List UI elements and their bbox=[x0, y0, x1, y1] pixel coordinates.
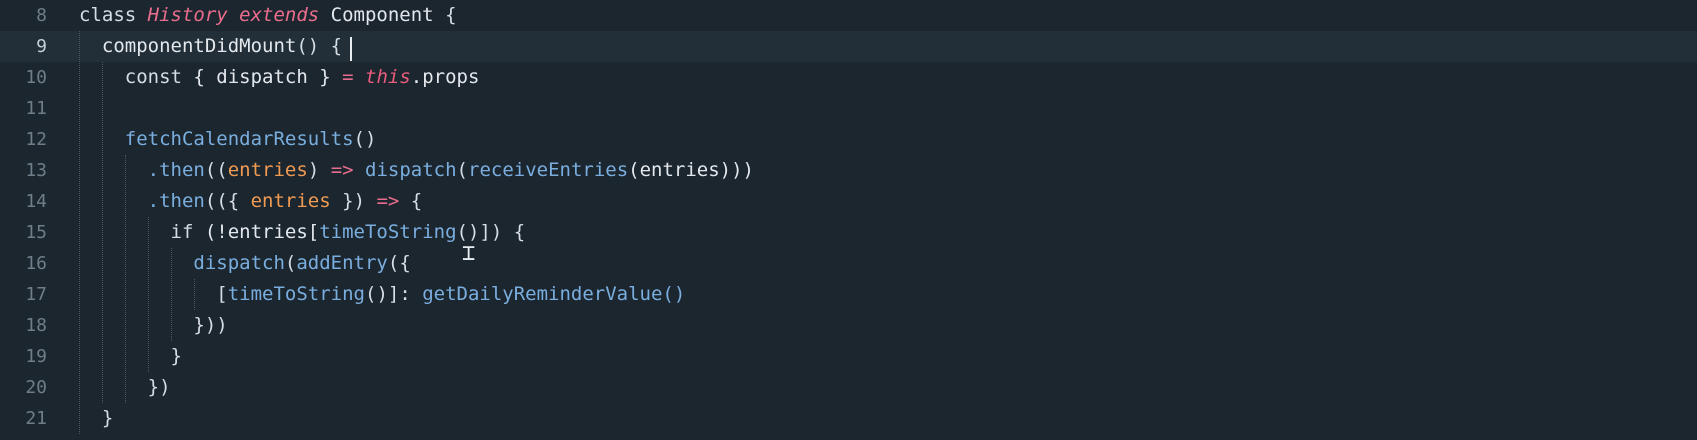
line-code[interactable]: } bbox=[79, 341, 182, 372]
line-number: 16 bbox=[25, 253, 47, 274]
line-code[interactable]: dispatch(addEntry({ bbox=[79, 248, 411, 279]
code-token: { bbox=[433, 4, 457, 26]
line-number: 17 bbox=[25, 284, 47, 305]
line-code[interactable]: fetchCalendarResults() bbox=[79, 124, 377, 155]
code-line[interactable]: 16 dispatch(addEntry({ bbox=[0, 248, 1697, 279]
code-line[interactable]: 20 }) bbox=[0, 372, 1697, 403]
indent-guide bbox=[147, 217, 149, 372]
code-token: .props bbox=[410, 66, 480, 88]
code-token: extends bbox=[227, 4, 331, 26]
code-token: receiveEntries bbox=[468, 159, 629, 181]
line-number: 9 bbox=[36, 36, 47, 57]
code-token: .then bbox=[79, 190, 205, 212]
code-token: componentDidMount bbox=[79, 35, 297, 57]
code-line[interactable]: 17 [timeToString()]: getDailyReminderVal… bbox=[0, 279, 1697, 310]
code-token: ({ bbox=[387, 252, 411, 274]
text-cursor-icon: ⌶ bbox=[462, 241, 476, 266]
code-token: (( bbox=[204, 159, 228, 181]
line-number: 20 bbox=[25, 377, 47, 398]
line-number: 19 bbox=[25, 346, 47, 367]
line-number: 12 bbox=[25, 129, 47, 150]
line-code[interactable]: class History extends Component { bbox=[79, 0, 457, 31]
code-token: const bbox=[79, 66, 194, 88]
line-code[interactable]: if (!entries[timeToString()]) { bbox=[79, 217, 526, 248]
code-token: this bbox=[365, 66, 411, 88]
line-number: 13 bbox=[25, 160, 47, 181]
line-number: 8 bbox=[36, 5, 47, 26]
code-token: (({ bbox=[204, 190, 251, 212]
code-token: ()]: bbox=[365, 283, 423, 305]
code-token: = bbox=[342, 66, 365, 88]
code-token: dispatch bbox=[365, 159, 457, 181]
indent-guide bbox=[170, 248, 172, 341]
code-token: addEntry bbox=[296, 252, 388, 274]
code-token: .then bbox=[79, 159, 205, 181]
code-line[interactable]: 10 const { dispatch } = this.props bbox=[0, 62, 1697, 93]
code-line[interactable]: 18 })) bbox=[0, 310, 1697, 341]
code-token: (entries))) bbox=[628, 159, 754, 181]
code-line[interactable]: 15 if (!entries[timeToString()]) { bbox=[0, 217, 1697, 248]
code-line[interactable]: 8 class History extends Component { bbox=[0, 0, 1697, 31]
code-token: } bbox=[79, 407, 114, 429]
code-token: timeToString bbox=[227, 283, 365, 305]
code-token: => bbox=[376, 190, 411, 212]
code-editor[interactable]: 8 class History extends Component {9 comp… bbox=[0, 0, 1697, 440]
line-number: 21 bbox=[25, 408, 47, 429]
code-token: entries bbox=[250, 190, 331, 212]
code-token: { bbox=[410, 190, 423, 212]
code-token: () bbox=[662, 283, 686, 305]
code-line[interactable]: 11 bbox=[0, 93, 1697, 124]
line-number: 11 bbox=[25, 98, 47, 119]
code-line[interactable]: 13 .then((entries) => dispatch(receiveEn… bbox=[0, 155, 1697, 186]
line-number: 18 bbox=[25, 315, 47, 336]
code-token: getDailyReminderValue bbox=[422, 283, 663, 305]
line-number: 14 bbox=[25, 191, 47, 212]
text-caret bbox=[350, 37, 352, 61]
code-token: (!entries[ bbox=[204, 221, 320, 243]
code-token: if bbox=[79, 221, 205, 243]
code-token: entries bbox=[227, 159, 308, 181]
indent-guide bbox=[193, 279, 195, 310]
code-token: () bbox=[353, 128, 377, 150]
code-token: class bbox=[79, 4, 148, 26]
line-code[interactable]: } bbox=[79, 403, 113, 434]
line-code[interactable]: const { dispatch } = this.props bbox=[79, 62, 480, 93]
code-line[interactable]: 14 .then(({ entries }) => { bbox=[0, 186, 1697, 217]
code-line[interactable]: 21 } bbox=[0, 403, 1697, 434]
line-number: 10 bbox=[25, 67, 47, 88]
code-token: dispatch bbox=[79, 252, 285, 274]
code-token: }) bbox=[330, 190, 377, 212]
code-token: ( bbox=[456, 159, 468, 181]
indent-guide bbox=[79, 31, 80, 434]
indent-guide bbox=[124, 155, 126, 403]
code-token: () { bbox=[296, 35, 343, 57]
line-code[interactable]: .then((entries) => dispatch(receiveEntri… bbox=[79, 155, 754, 186]
line-number: 15 bbox=[25, 222, 47, 243]
code-token: { dispatch } bbox=[193, 66, 343, 88]
code-token: } bbox=[79, 345, 182, 367]
code-line[interactable]: 12 fetchCalendarResults() bbox=[0, 124, 1697, 155]
line-code[interactable]: componentDidMount() { bbox=[79, 31, 342, 62]
code-token: => bbox=[330, 159, 366, 181]
code-token: ( bbox=[284, 252, 297, 274]
code-token: fetchCalendarResults bbox=[79, 128, 354, 150]
code-token: Component bbox=[330, 4, 434, 26]
indent-guide bbox=[101, 62, 103, 403]
code-line[interactable]: 9 componentDidMount() { bbox=[0, 31, 1697, 62]
line-code[interactable]: .then(({ entries }) => { bbox=[79, 186, 423, 217]
code-token: ()]) { bbox=[456, 221, 526, 243]
code-token: History bbox=[147, 4, 228, 26]
code-line[interactable]: 19 } bbox=[0, 341, 1697, 372]
code-token: timeToString bbox=[319, 221, 457, 243]
code-token: ) bbox=[307, 159, 331, 181]
